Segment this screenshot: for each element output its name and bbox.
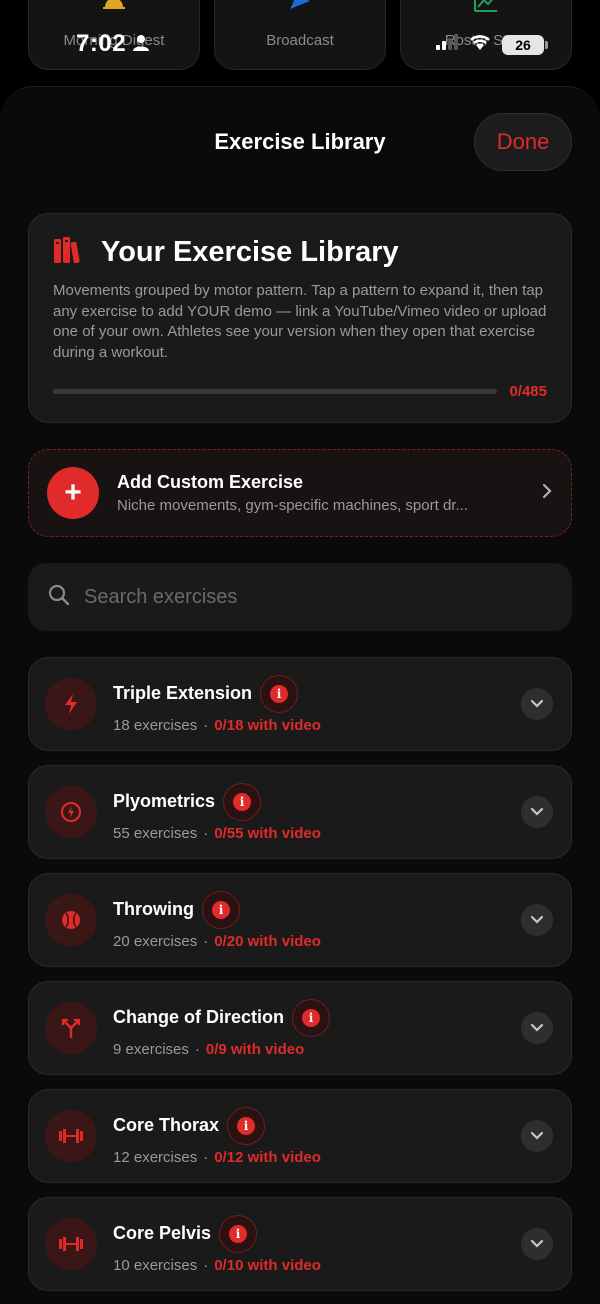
battery-indicator: 26 bbox=[502, 34, 548, 55]
wifi-icon bbox=[468, 33, 492, 56]
info-button[interactable]: i bbox=[260, 674, 299, 713]
speed-icon bbox=[45, 786, 97, 838]
search-input[interactable] bbox=[84, 585, 552, 609]
video-progress: 0/485 bbox=[53, 383, 547, 400]
chevron-down-icon[interactable] bbox=[521, 904, 553, 936]
category-name: Triple Extension bbox=[113, 683, 253, 703]
chevron-down-icon[interactable] bbox=[521, 1228, 553, 1260]
separator: · bbox=[203, 1148, 209, 1166]
separator: · bbox=[203, 716, 209, 734]
separator: · bbox=[203, 932, 209, 950]
chevron-right-icon bbox=[541, 482, 553, 505]
category-row-plyometrics[interactable]: Plyometrics i 55 exercises · 0/55 with vid… bbox=[28, 765, 572, 859]
baseball-icon bbox=[45, 894, 97, 946]
exercise-count: 9 exercises bbox=[113, 1040, 189, 1058]
info-button[interactable]: i bbox=[227, 1106, 266, 1145]
person-icon bbox=[132, 34, 150, 57]
status-indicators: 26 bbox=[436, 33, 548, 56]
barbell-icon bbox=[45, 1110, 97, 1162]
exercise-library-sheet: Exercise Library Done Your Exercise Libr… bbox=[0, 86, 600, 1304]
category-row-change-of-direction[interactable]: Change of Direction i 9 exercises · 0/9 wi… bbox=[28, 981, 572, 1075]
plus-icon: + bbox=[47, 467, 99, 519]
separator: · bbox=[203, 1256, 209, 1274]
library-intro-card: Your Exercise Library Movements grouped … bbox=[28, 213, 572, 423]
bolt-icon bbox=[45, 678, 97, 730]
category-name: Change of Direction bbox=[113, 1007, 285, 1027]
category-row-core-pelvis[interactable]: Core Pelvis i 10 exercises · 0/10 with vid… bbox=[28, 1197, 572, 1291]
barbell-icon bbox=[45, 1218, 97, 1270]
video-count: 0/9 with video bbox=[205, 1040, 305, 1058]
separator: · bbox=[194, 1040, 200, 1058]
status-time: 7:02 bbox=[76, 30, 127, 57]
chevron-down-icon[interactable] bbox=[521, 1012, 553, 1044]
search-bar bbox=[28, 563, 572, 631]
category-name: Plyometrics bbox=[113, 791, 216, 811]
info-icon: i bbox=[237, 1116, 256, 1135]
video-count: 0/18 with video bbox=[214, 716, 321, 734]
info-icon: i bbox=[211, 900, 230, 919]
progress-count: 0/485 bbox=[509, 383, 547, 400]
cellular-signal-icon bbox=[436, 34, 458, 55]
add-custom-exercise-button[interactable]: + Add Custom Exercise Niche movements, g… bbox=[28, 449, 572, 537]
library-description: Movements grouped by motor pattern. Tap … bbox=[53, 282, 547, 361]
info-icon: i bbox=[233, 792, 252, 811]
split-arrow-icon bbox=[45, 1002, 97, 1054]
video-count: 0/20 with video bbox=[214, 932, 321, 950]
books-icon bbox=[53, 236, 85, 269]
add-custom-subtitle: Niche movements, gym-specific machines, … bbox=[117, 497, 468, 514]
video-count: 0/55 with video bbox=[214, 824, 321, 842]
info-icon: i bbox=[302, 1008, 321, 1027]
progress-bar bbox=[53, 389, 498, 394]
chart-line-icon bbox=[473, 0, 499, 18]
library-title: Your Exercise Library bbox=[101, 236, 399, 268]
search-icon bbox=[48, 584, 70, 611]
info-icon: i bbox=[229, 1224, 248, 1243]
category-name: Core Thorax bbox=[113, 1115, 220, 1135]
paper-plane-icon bbox=[288, 0, 312, 18]
video-count: 0/10 with video bbox=[214, 1256, 321, 1274]
add-custom-title: Add Custom Exercise bbox=[117, 472, 304, 492]
sunrise-icon bbox=[101, 0, 127, 14]
exercise-count: 10 exercises bbox=[113, 1256, 198, 1274]
exercise-count: 55 exercises bbox=[113, 824, 198, 842]
video-count: 0/12 with video bbox=[214, 1148, 321, 1166]
exercise-count: 20 exercises bbox=[113, 932, 198, 950]
category-name: Core Pelvis bbox=[113, 1223, 212, 1243]
separator: · bbox=[203, 824, 209, 842]
exercise-count: 18 exercises bbox=[113, 716, 198, 734]
category-row-throwing[interactable]: Throwing i 20 exercises · 0/20 with video bbox=[28, 873, 572, 967]
chevron-down-icon[interactable] bbox=[521, 796, 553, 828]
info-button[interactable]: i bbox=[223, 782, 262, 821]
chevron-down-icon[interactable] bbox=[521, 1120, 553, 1152]
chevron-down-icon[interactable] bbox=[521, 688, 553, 720]
exercise-count: 12 exercises bbox=[113, 1148, 198, 1166]
info-button[interactable]: i bbox=[201, 890, 240, 929]
info-icon: i bbox=[270, 684, 289, 703]
info-button[interactable]: i bbox=[292, 998, 331, 1037]
category-name: Throwing bbox=[113, 899, 194, 919]
status-bar: 7:02 26 bbox=[0, 28, 600, 60]
done-button[interactable]: Done bbox=[474, 113, 572, 171]
category-row-triple-extension[interactable]: Triple Extension i 18 exercises · 0/18 wit… bbox=[28, 657, 572, 751]
info-button[interactable]: i bbox=[219, 1214, 258, 1253]
category-row-core-thorax[interactable]: Core Thorax i 12 exercises · 0/12 with vid… bbox=[28, 1089, 572, 1183]
